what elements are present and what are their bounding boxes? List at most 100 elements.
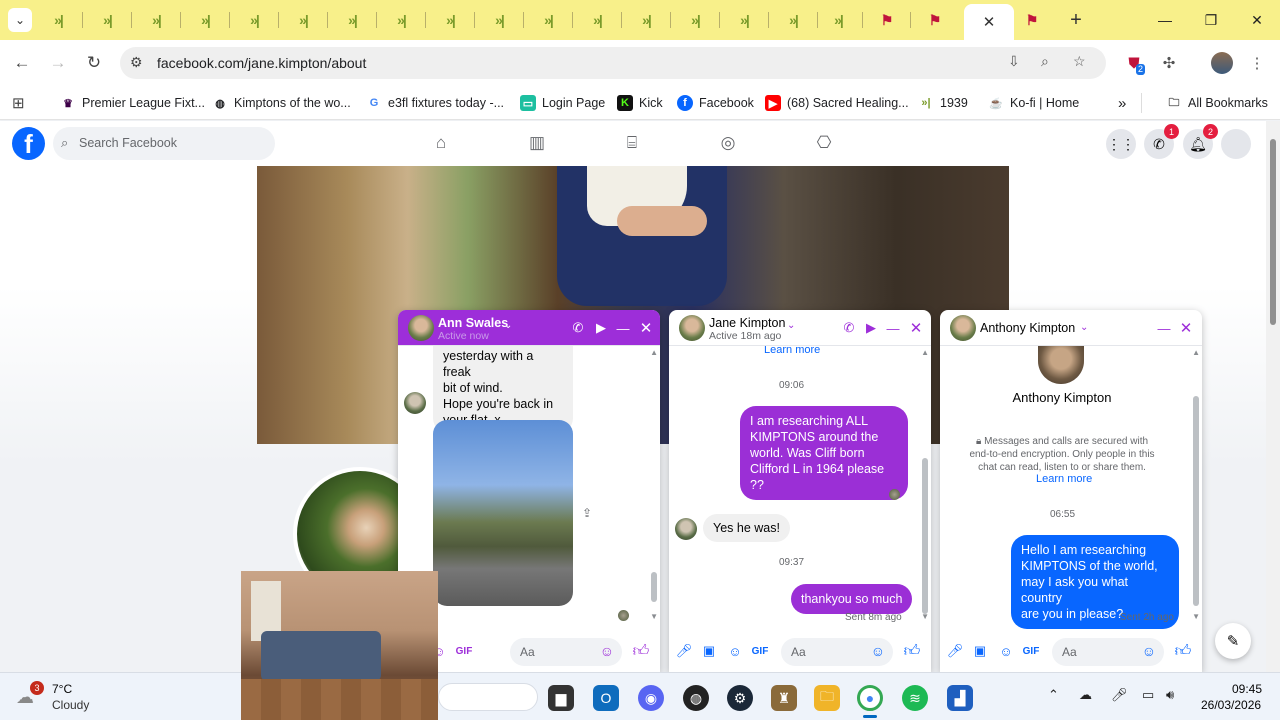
spotify-icon[interactable]: ≋ (902, 685, 928, 711)
tab-active[interactable]: ✕ (964, 4, 1014, 40)
forward-button[interactable]: → (46, 51, 70, 75)
reload-button[interactable]: ↻ (82, 51, 106, 75)
chrome-menu-button[interactable]: ⋮ (1246, 52, 1268, 74)
tab[interactable]: »| (826, 8, 850, 32)
game-launcher-icon[interactable]: ♜ (771, 685, 797, 711)
gaming-nav-icon[interactable]: ⎔ (812, 131, 836, 155)
tab[interactable]: ⚑ (1019, 8, 1043, 32)
messenger-button[interactable]: ✆ 1 (1144, 124, 1179, 159)
chrome-icon[interactable]: ● (857, 685, 883, 711)
tab[interactable]: »| (144, 8, 168, 32)
close-chat-icon[interactable]: ✕ (907, 319, 925, 337)
tab[interactable]: »| (242, 8, 266, 32)
extensions-button[interactable]: ✣ (1158, 52, 1180, 74)
thumbs-up-icon[interactable]: 👍︎ (1174, 642, 1192, 660)
bookmark-sacred-healing[interactable]: ▶ (68) Sacred Healing... (765, 93, 909, 113)
phone-icon[interactable]: ✆ (840, 319, 858, 337)
chat-contact-name[interactable]: Jane Kimpton (709, 316, 785, 330)
microphone-icon[interactable]: 🎤︎ (675, 642, 693, 660)
all-bookmarks-button[interactable]: 🗀 All Bookmarks (1166, 93, 1268, 113)
clock-time[interactable]: 09:45 (1232, 682, 1262, 696)
tab-search-button[interactable]: ⌄ (8, 8, 32, 32)
address-bar[interactable]: ⚙ facebook.com/jane.kimpton/about ⇩ ⌕ ☆ (120, 47, 1106, 79)
tab[interactable]: »| (781, 8, 805, 32)
restore-window-button[interactable]: ❐ (1197, 8, 1225, 32)
profile-avatar[interactable] (1211, 52, 1233, 74)
task-view-icon[interactable]: ▆ (548, 685, 574, 711)
photo-icon[interactable]: ▣ (971, 642, 989, 660)
phone-icon[interactable]: ✆ (569, 319, 587, 337)
message-input[interactable]: Aa ☺ (510, 638, 622, 666)
bookmark-1939[interactable]: »| 1939 (918, 93, 967, 113)
page-scrollbar[interactable] (1266, 121, 1280, 672)
minimize-chat-icon[interactable]: — (884, 319, 902, 337)
facebook-logo-icon[interactable]: f (12, 127, 45, 160)
tab[interactable]: »| (95, 8, 119, 32)
discord-icon[interactable]: ◉ (638, 685, 664, 711)
share-icon[interactable]: ⇪ (582, 506, 592, 520)
minimize-chat-icon[interactable]: — (614, 319, 632, 337)
bookmark-kimptons[interactable]: ◍ Kimptons of the wo... (212, 93, 351, 113)
weather-condition[interactable]: Cloudy (52, 698, 89, 712)
obs-icon[interactable]: ◍ (683, 685, 709, 711)
video-call-icon[interactable]: ▶ (592, 319, 610, 337)
tab[interactable]: »| (193, 8, 217, 32)
gif-icon[interactable]: GIF (751, 642, 769, 660)
bookmark-facebook[interactable]: f Facebook (677, 93, 754, 113)
bookmark-kofi[interactable]: ☕ Ko-fi | Home (988, 93, 1079, 113)
outlook-icon[interactable]: O (593, 685, 619, 711)
bookmark-kick[interactable]: K Kick (617, 93, 663, 113)
minimize-chat-icon[interactable]: — (1155, 319, 1173, 337)
bookmark-star-icon[interactable]: ☆ (1073, 53, 1086, 70)
chevron-down-icon[interactable]: ⌄ (1080, 322, 1088, 333)
bookmark-e3fl[interactable]: Ge3fl fixtures today -... (366, 93, 504, 113)
close-chat-icon[interactable]: ✕ (1177, 319, 1195, 337)
chat-contact-name[interactable]: Anthony Kimpton (980, 321, 1075, 335)
tab[interactable]: »| (46, 8, 70, 32)
site-info-icon[interactable]: ⚙ (130, 54, 143, 71)
back-button[interactable]: ← (10, 51, 34, 75)
bookmark-premier-league[interactable]: ♛ Premier League Fixt... (60, 93, 205, 113)
bookmarks-overflow-button[interactable]: » (1118, 93, 1126, 113)
close-chat-icon[interactable]: ✕ (637, 319, 655, 337)
tab[interactable]: »| (438, 8, 462, 32)
chat-header[interactable]: Jane Kimpton Active 18m ago ⌄ ✆ ▶ — ✕ (669, 310, 931, 346)
new-message-button[interactable]: ✎ (1215, 623, 1251, 659)
tab[interactable]: »| (585, 8, 609, 32)
profile-picture[interactable] (1038, 346, 1084, 384)
groups-nav-icon[interactable]: ◎ (716, 131, 740, 155)
tab[interactable]: ⚑ (922, 8, 946, 32)
message-input[interactable]: Aa ☺ (781, 638, 893, 666)
message-bubble[interactable]: Yes he was! (703, 514, 790, 542)
tab[interactable]: »| (732, 8, 756, 32)
url-text[interactable]: facebook.com/jane.kimpton/about (157, 55, 366, 71)
thumbs-up-icon[interactable]: 👍︎ (903, 642, 921, 660)
microphone-tray-icon[interactable]: 🎤︎ (1111, 687, 1128, 703)
message-bubble[interactable]: thankyou so much (791, 584, 913, 614)
video-call-icon[interactable]: ▶ (862, 319, 880, 337)
avatar[interactable] (408, 315, 434, 341)
profile-name[interactable]: Anthony Kimpton (940, 390, 1184, 405)
steam-icon[interactable]: ⚙ (727, 685, 753, 711)
message-input[interactable]: Aa ☺ (1052, 638, 1164, 666)
tab[interactable]: »| (634, 8, 658, 32)
network-icon[interactable]: ▭ (1142, 687, 1154, 703)
volume-icon[interactable]: 🔊︎ (1166, 687, 1174, 703)
new-tab-button[interactable]: + (1064, 8, 1088, 32)
emoji-icon[interactable]: ☺ (1142, 643, 1156, 659)
feeds-nav-icon[interactable]: ▥ (525, 131, 549, 155)
minimize-window-button[interactable]: — (1151, 8, 1179, 32)
tab[interactable]: »| (340, 8, 364, 32)
chat-header[interactable]: Anthony Kimpton ⌄ — ✕ (940, 310, 1202, 346)
gif-icon[interactable]: GIF (1022, 642, 1040, 660)
thumbs-up-icon[interactable]: 👍︎ (632, 642, 650, 660)
tab[interactable]: »| (536, 8, 560, 32)
avatar[interactable] (950, 315, 976, 341)
learn-more-link[interactable]: Learn more (764, 346, 820, 356)
tab-close-icon[interactable]: ✕ (983, 13, 996, 31)
message-bubble[interactable]: I am researching ALL KIMPTONS around the… (740, 406, 908, 500)
avatar[interactable] (679, 315, 705, 341)
facebook-search-input[interactable]: ⌕ Search Facebook (53, 127, 275, 160)
message-photo[interactable] (433, 420, 573, 606)
onedrive-icon[interactable]: ☁ (1079, 687, 1092, 703)
